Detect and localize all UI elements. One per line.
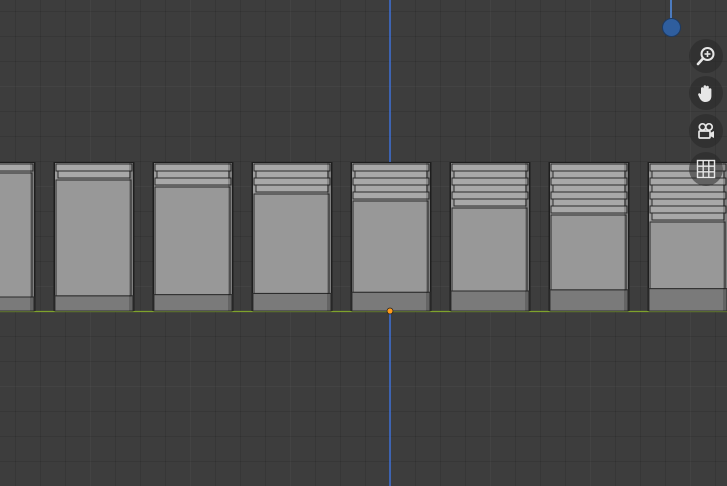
stack-6-base [450, 290, 530, 312]
grid-ortho-icon [696, 159, 716, 179]
stack-3[interactable] [152, 162, 234, 312]
stack-2-layer [55, 163, 133, 172]
stack-8-shade [723, 163, 727, 311]
stack-1-panel [0, 172, 33, 298]
stack-8-layer [649, 205, 727, 214]
stack-3-panel [154, 186, 231, 296]
stack-6-layer [453, 170, 527, 179]
ortho-toggle-button[interactable] [689, 152, 723, 186]
stack-2-shade [129, 163, 133, 311]
stack-5-shade [426, 163, 430, 311]
origin-point[interactable] [386, 307, 394, 315]
stack-3-layer [156, 170, 230, 179]
stack-5-layer [354, 184, 428, 193]
hand-pan-icon [698, 85, 712, 102]
stack-7-layer [550, 205, 628, 214]
stack-1-shade [30, 163, 34, 311]
stack-7[interactable] [548, 162, 630, 312]
stack-4-layer [255, 170, 329, 179]
stack-8-base [648, 288, 727, 312]
stack-4-layer [253, 163, 331, 172]
stack-1[interactable] [0, 162, 36, 312]
stack-3-base [153, 294, 233, 312]
scene-objects [0, 162, 727, 312]
stack-8-panel [649, 221, 726, 290]
stack-8-layer [651, 184, 725, 193]
camera-view-button[interactable] [689, 114, 723, 148]
stack-6[interactable] [449, 162, 531, 312]
stack-2-layer [57, 170, 131, 179]
stack-8[interactable] [647, 162, 727, 312]
stack-2-base [54, 295, 134, 312]
stack-6-layer [451, 177, 529, 186]
stack-6-layer [451, 163, 529, 172]
stack-5-layer [352, 163, 430, 172]
stack-8-layer [651, 212, 725, 221]
stack-5-layer [352, 177, 430, 186]
stack-2[interactable] [53, 162, 135, 312]
stack-5[interactable] [350, 162, 432, 312]
zoom-button[interactable] [689, 39, 723, 73]
stack-6-layer [453, 184, 527, 193]
z-axis-gizmo-line [670, 0, 672, 19]
stack-7-shade [624, 163, 628, 311]
stack-5-layer [352, 191, 430, 200]
stack-4-shade [327, 163, 331, 311]
stack-7-layer [550, 177, 628, 186]
stack-7-layer [550, 163, 628, 172]
pan-button[interactable] [689, 76, 723, 110]
stack-3-shade [228, 163, 232, 311]
stack-6-layer [453, 198, 527, 207]
3d-viewport[interactable] [0, 0, 727, 486]
stack-4-panel [253, 193, 330, 294]
z-axis-ball[interactable] [662, 18, 681, 37]
stack-3-layer [154, 163, 232, 172]
stack-7-layer [552, 198, 626, 207]
stack-2-panel [55, 179, 132, 297]
stack-7-layer [552, 170, 626, 179]
stack-7-base [549, 289, 629, 312]
stack-5-layer [354, 170, 428, 179]
stack-6-panel [451, 207, 528, 292]
zoom-icon [696, 47, 715, 66]
stack-4-layer [253, 177, 331, 186]
stack-8-layer [649, 191, 727, 200]
stack-1-base [0, 296, 35, 312]
stack-6-shade [525, 163, 529, 311]
stack-4-layer [255, 184, 329, 193]
viewport-scene [0, 0, 727, 486]
camera-view-icon [698, 122, 714, 139]
stack-1-layer [0, 163, 34, 172]
stack-3-layer [154, 177, 232, 186]
stack-7-panel [550, 214, 627, 291]
stack-7-layer [550, 191, 628, 200]
stack-6-layer [451, 191, 529, 200]
stack-4[interactable] [251, 162, 333, 312]
stack-7-layer [552, 184, 626, 193]
stack-4-base [252, 292, 332, 312]
stack-5-panel [352, 200, 429, 293]
stack-8-layer [651, 198, 725, 207]
